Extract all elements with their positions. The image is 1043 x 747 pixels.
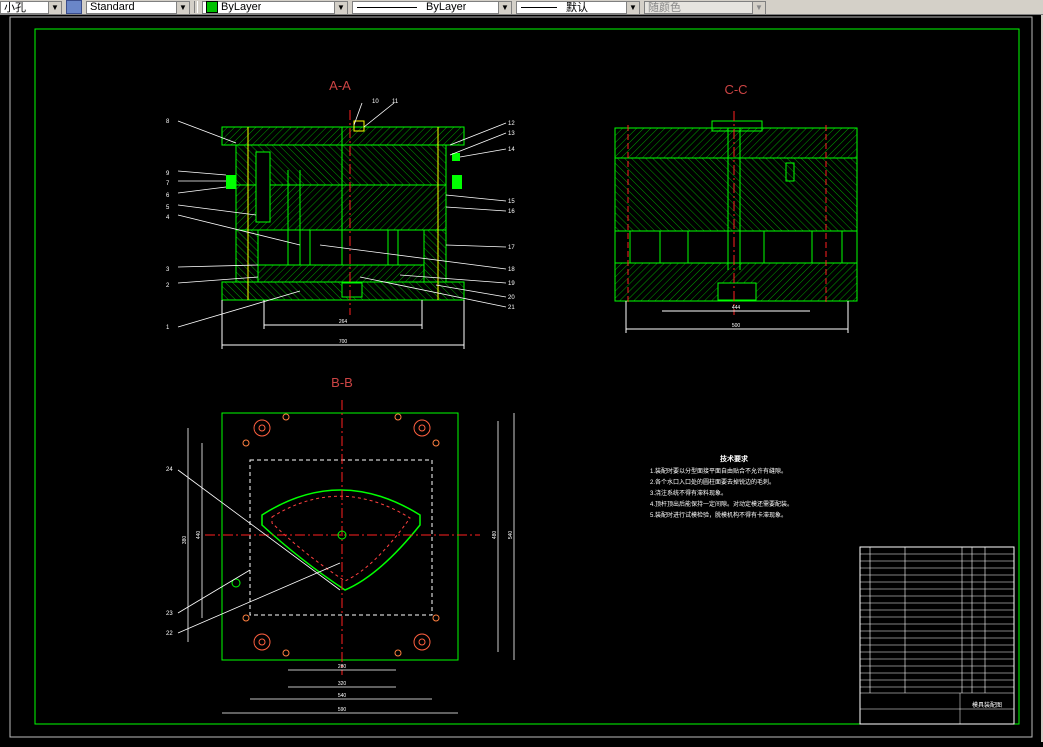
cc-overall-width: 500	[732, 323, 741, 329]
bb-dim-w2: 320	[338, 681, 347, 687]
bb-label: 24	[166, 467, 173, 473]
view-bb	[205, 400, 480, 675]
aa-label: 8	[166, 119, 170, 125]
view-aa-dims: 264 700	[221, 300, 465, 349]
aa-overall-width: 700	[339, 339, 348, 345]
aa-label: 9	[166, 171, 170, 177]
dimstyle-icon[interactable]	[66, 0, 82, 14]
cad-drawing: A-A 264 700 8 9 7 6 5 4 3 2 1 10 11 12 1…	[9, 16, 1033, 738]
note-line: 1.装配时要以分型面接平面自由贴合不允许有缝隙。	[650, 467, 787, 475]
aa-label: 15	[508, 199, 515, 205]
bb-dim-h2: 440	[196, 531, 202, 540]
title-block-name: 模具装配图	[972, 701, 1002, 709]
view-cc-dims: 444 500	[625, 301, 849, 333]
view-aa	[221, 110, 465, 315]
technical-notes: 技术要求 1.装配时要以分型面接平面自由贴合不允许有缝隙。 2.各个水口入口处的…	[650, 454, 793, 519]
bb-label: 23	[166, 611, 173, 617]
notes-title: 技术要求	[720, 454, 749, 463]
aa-label: 13	[508, 131, 515, 137]
aa-label: 19	[508, 281, 515, 287]
view-aa-title: A-A	[329, 78, 351, 93]
bb-dim-text: 280 320 540 590 380 440 480 540	[182, 531, 514, 713]
aa-label: 11	[392, 99, 399, 105]
view-cc-title: C-C	[724, 82, 747, 97]
aa-label: 17	[508, 245, 515, 251]
text-style-value: 小孔	[4, 2, 26, 14]
linetype-preview-icon	[357, 6, 417, 8]
linetype-combo[interactable]: ByLayer ▼	[352, 0, 512, 14]
aa-label: 21	[508, 305, 515, 311]
bb-dim-w1: 280	[338, 664, 347, 670]
lineweight-combo[interactable]: 默认 ▼	[516, 0, 640, 14]
chevron-down-icon: ▼	[752, 1, 765, 14]
inner-frame	[34, 28, 1020, 725]
color-swatch-icon	[206, 1, 218, 13]
layer-color-value: ByLayer	[221, 1, 262, 13]
aa-label: 10	[372, 99, 379, 105]
plotstyle-value: 随颜色	[648, 2, 681, 14]
note-line: 4.顶杆顶出后能保持一定间隙。对动定模还需要配装。	[650, 500, 793, 508]
aa-label: 12	[508, 121, 515, 127]
bb-label: 22	[166, 631, 173, 637]
aa-label: 2	[166, 283, 170, 289]
chevron-down-icon[interactable]: ▼	[334, 1, 347, 14]
note-line: 5.装配时进行试模检验，脱模机构不得有卡滞现象。	[650, 511, 787, 519]
dim-style-combo[interactable]: Standard ▼	[86, 0, 190, 14]
view-cc	[614, 111, 858, 315]
layer-color-combo[interactable]: ByLayer ▼	[202, 0, 348, 14]
aa-label: 1	[166, 325, 170, 331]
aa-label: 16	[508, 209, 515, 215]
aa-label: 7	[166, 181, 170, 187]
aa-label: 3	[166, 267, 170, 273]
chevron-down-icon[interactable]: ▼	[498, 1, 511, 14]
chevron-down-icon[interactable]: ▼	[48, 1, 61, 14]
properties-toolbar: 小孔 ▼ Standard ▼ ByLayer ▼ ByLayer ▼ 默认 ▼…	[0, 0, 1043, 15]
lineweight-preview-icon	[521, 6, 557, 8]
aa-label: 20	[508, 295, 515, 301]
bb-part-labels: 24 23 22	[166, 467, 173, 637]
toolbar-separator	[194, 1, 198, 13]
aa-label: 18	[508, 267, 515, 273]
lineweight-value: 默认	[566, 2, 588, 14]
bb-dim-h3: 480	[492, 531, 498, 540]
cc-inner-width: 444	[732, 305, 741, 311]
linetype-value: ByLayer	[426, 1, 467, 13]
bb-dim-w3: 540	[338, 693, 347, 699]
note-line: 2.各个水口入口处的圆柱面要去掉锐边的毛刺。	[650, 478, 775, 486]
aa-label: 14	[508, 147, 515, 153]
aa-label: 5	[166, 205, 170, 211]
note-line: 3.浇注系统不得有滞料现象。	[650, 489, 727, 497]
chevron-down-icon[interactable]: ▼	[176, 1, 189, 14]
view-bb-dims	[187, 413, 515, 714]
plotstyle-combo[interactable]: 随颜色 ▼	[644, 0, 766, 14]
drawing-canvas[interactable]: A-A 264 700 8 9 7 6 5 4 3 2 1 10 11 12 1…	[0, 15, 1043, 742]
aa-label: 6	[166, 193, 170, 199]
dim-style-value: Standard	[90, 1, 135, 13]
bb-dim-w4: 590	[338, 707, 347, 713]
bb-dim-h1: 380	[182, 536, 188, 545]
outer-frame	[9, 16, 1033, 738]
bb-dim-h4: 540	[508, 531, 514, 540]
aa-inner-width: 264	[339, 319, 348, 325]
title-block: 模具装配图	[859, 546, 1015, 725]
chevron-down-icon[interactable]: ▼	[626, 1, 639, 14]
view-bb-title: B-B	[331, 375, 353, 390]
text-style-combo[interactable]: 小孔 ▼	[0, 0, 62, 14]
aa-label: 4	[166, 215, 170, 221]
